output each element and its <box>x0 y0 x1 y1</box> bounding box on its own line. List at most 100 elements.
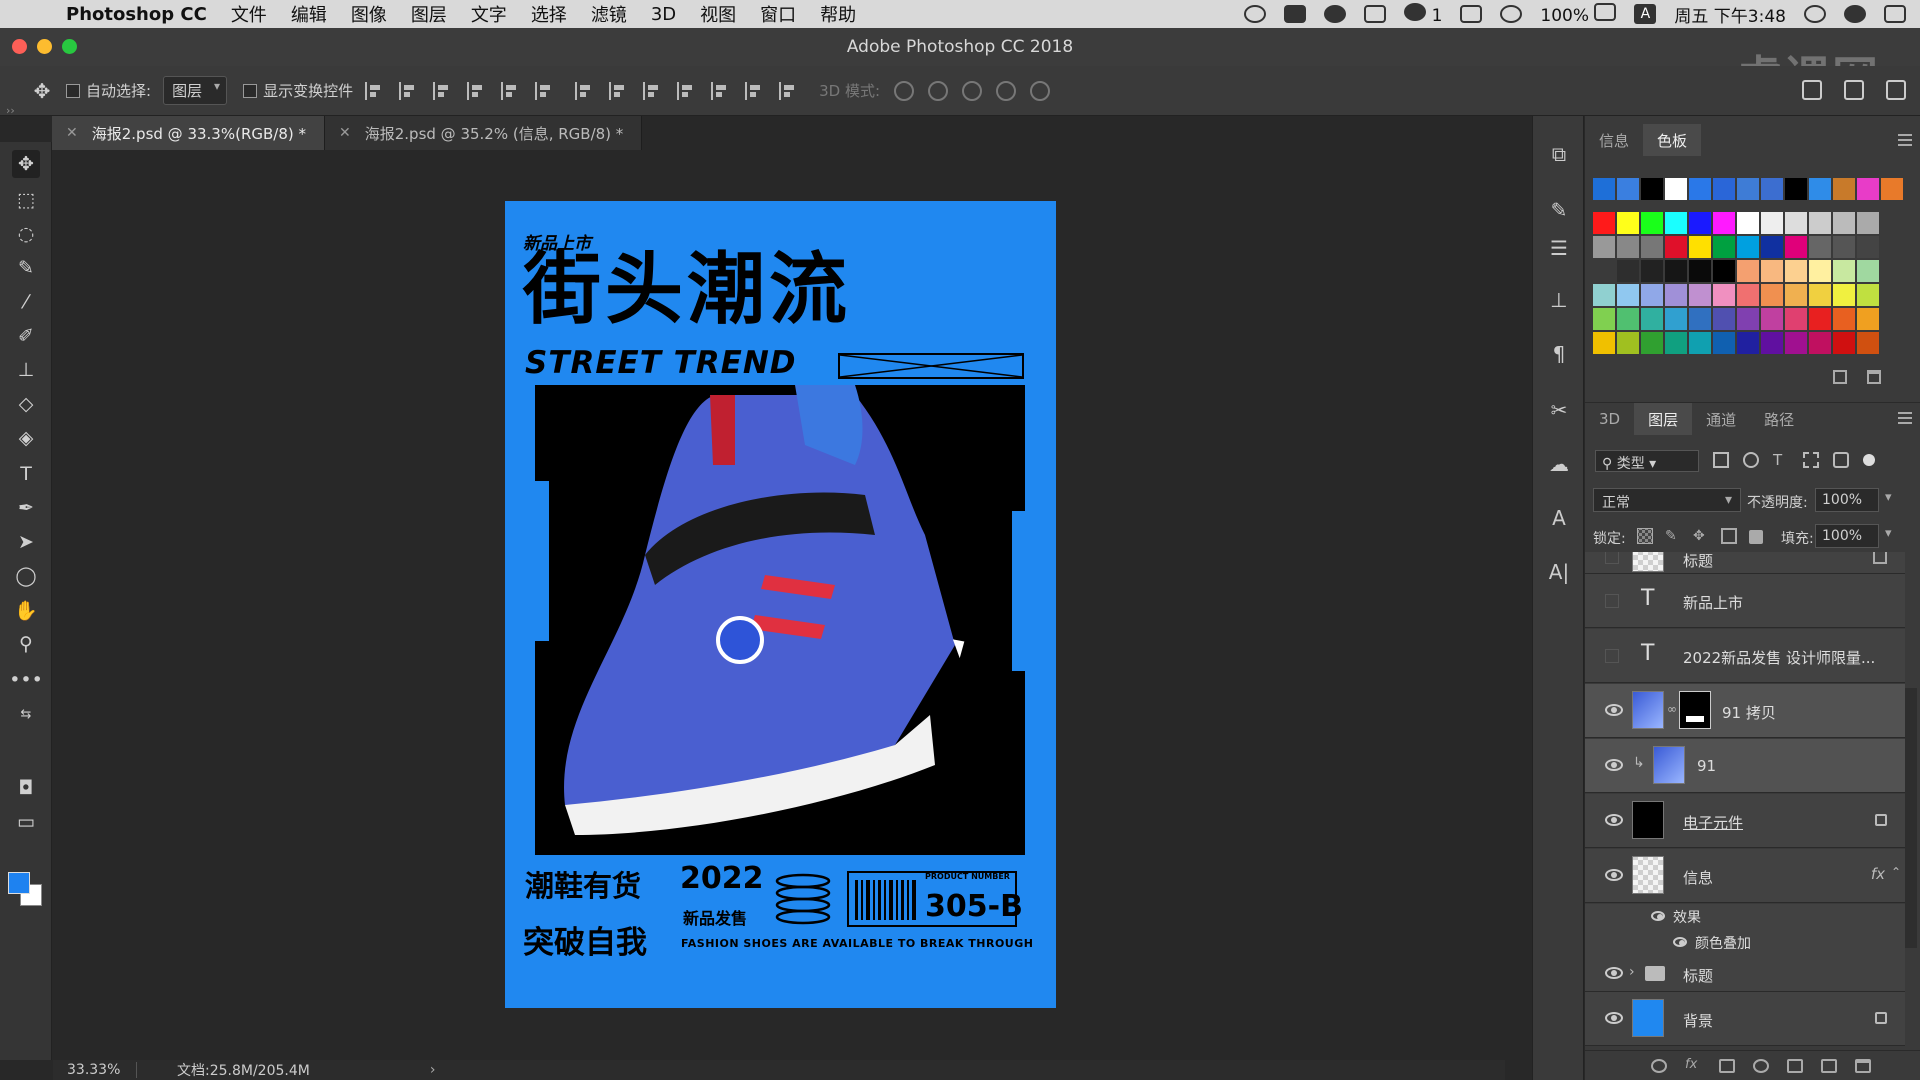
creative-cloud-icon[interactable] <box>1324 5 1347 23</box>
color-swatch[interactable] <box>1713 332 1735 354</box>
color-swatch[interactable] <box>1833 260 1855 282</box>
color-swatch[interactable] <box>1857 332 1879 354</box>
layers-scrollbar[interactable] <box>1905 688 1917 948</box>
color-swatch[interactable] <box>1641 236 1663 258</box>
color-swatch[interactable] <box>1689 212 1711 234</box>
filter-pixel-icon[interactable] <box>1713 452 1729 468</box>
color-swatch[interactable] <box>1809 260 1831 282</box>
color-swatch[interactable] <box>1593 284 1615 306</box>
color-swatch[interactable] <box>1737 236 1759 258</box>
3d-slide-icon[interactable] <box>996 80 1017 101</box>
align-hcenter-icon[interactable] <box>501 81 519 100</box>
align-bottom-icon[interactable] <box>433 81 451 100</box>
color-swatch[interactable] <box>1737 284 1759 306</box>
close-window-button[interactable] <box>12 39 27 54</box>
filter-shape-icon[interactable] <box>1803 452 1819 468</box>
color-swatch[interactable] <box>1857 308 1879 330</box>
recent-swatch[interactable] <box>1713 178 1735 200</box>
distribute-left-icon[interactable] <box>677 81 695 100</box>
auto-align-icon[interactable] <box>779 81 797 100</box>
color-swatch[interactable] <box>1713 308 1735 330</box>
filter-toggle-icon[interactable] <box>1863 454 1875 466</box>
layers-panel-menu-icon[interactable] <box>1898 412 1912 427</box>
new-adjustment-icon[interactable] <box>1753 1059 1769 1073</box>
color-swatch[interactable] <box>1809 308 1831 330</box>
group-expand-arrow-icon[interactable]: › <box>1629 964 1635 980</box>
color-swatch[interactable] <box>1833 212 1855 234</box>
color-swatch[interactable] <box>1665 332 1687 354</box>
layer-row-text-new[interactable]: T 新品上市 <box>1585 574 1905 628</box>
lock-all-icon[interactable] <box>1749 530 1763 544</box>
canvas-area[interactable]: 新品上市 街头潮流 STREET TREND 潮鞋有货 2022 新品发售 突破… <box>53 150 1505 1060</box>
color-swatch[interactable] <box>1665 212 1687 234</box>
layer-row-text-launch[interactable]: T 2022新品发售 设计师限量... <box>1585 629 1905 683</box>
lock-transparency-icon[interactable] <box>1637 528 1653 544</box>
poster-artwork[interactable]: 新品上市 街头潮流 STREET TREND 潮鞋有货 2022 新品发售 突破… <box>505 201 1056 1008</box>
color-swatch[interactable] <box>1689 260 1711 282</box>
3d-pan-icon[interactable] <box>962 80 983 101</box>
brush-settings-icon[interactable]: ✎ <box>1547 198 1571 222</box>
show-transform-checkbox[interactable] <box>243 83 258 98</box>
marquee-tool-icon[interactable]: ⬚ <box>12 186 40 214</box>
search-icon[interactable] <box>1802 80 1822 100</box>
color-swatch[interactable] <box>1857 212 1879 234</box>
color-swatch[interactable] <box>1833 332 1855 354</box>
collapse-effects-icon[interactable]: ⌃ <box>1891 865 1901 879</box>
layer-row-electronic[interactable]: 电子元件 <box>1585 794 1905 848</box>
lock-position-icon[interactable]: ✥ <box>1693 528 1709 544</box>
spotlight-search-icon[interactable] <box>1804 5 1826 23</box>
quick-mask-icon[interactable]: ◘ <box>12 774 40 802</box>
workspace-icon[interactable] <box>1844 80 1864 100</box>
paint-bucket-tool-icon[interactable]: ◈ <box>12 424 40 452</box>
foreground-color-swatch[interactable] <box>8 872 30 894</box>
color-swatch[interactable] <box>1833 236 1855 258</box>
align-left-icon[interactable] <box>467 81 485 100</box>
3d-scale-icon[interactable] <box>1030 80 1051 101</box>
layer-row-91-copy[interactable]: ∞ 91 拷贝 <box>1585 684 1905 738</box>
zoom-level[interactable]: 33.33% <box>53 1062 137 1078</box>
3d-roll-icon[interactable] <box>928 80 949 101</box>
glyphs-icon[interactable]: A| <box>1547 560 1571 584</box>
color-swatch[interactable] <box>1785 284 1807 306</box>
color-swatch[interactable] <box>1593 236 1615 258</box>
tab-paths[interactable]: 路径 <box>1750 403 1808 435</box>
menu-edit[interactable]: 编辑 <box>291 1 327 27</box>
apple-menu-icon[interactable] <box>22 0 50 28</box>
distribute-top-icon[interactable] <box>575 81 593 100</box>
siri-icon[interactable] <box>1844 5 1866 23</box>
link-layers-icon[interactable] <box>1651 1059 1667 1073</box>
color-swatch[interactable] <box>1761 308 1783 330</box>
eye-icon[interactable] <box>1605 704 1623 716</box>
zoom-window-button[interactable] <box>62 39 77 54</box>
distribute-hcenter-icon[interactable] <box>711 81 729 100</box>
filter-smart-object-icon[interactable] <box>1833 452 1849 468</box>
wifi-icon[interactable] <box>1500 5 1523 23</box>
color-swatch[interactable] <box>1737 260 1759 282</box>
add-mask-icon[interactable] <box>1719 1059 1735 1073</box>
app-menu[interactable]: Photoshop CC <box>66 4 207 25</box>
color-swatch[interactable] <box>1857 284 1879 306</box>
menu-view[interactable]: 视图 <box>700 1 736 27</box>
color-swatch[interactable] <box>1593 332 1615 354</box>
distribute-bottom-icon[interactable] <box>643 81 661 100</box>
type-tool-icon[interactable]: T <box>12 460 40 488</box>
libraries-icon[interactable]: ☁ <box>1547 452 1571 476</box>
opacity-dropdown-icon[interactable]: ▾ <box>1885 490 1892 505</box>
screen-icon[interactable] <box>1364 5 1387 23</box>
tab-info[interactable]: 信息 <box>1585 124 1643 156</box>
hand-tool-icon[interactable]: ✋ <box>12 596 40 624</box>
color-swatch[interactable] <box>1689 332 1711 354</box>
eye-icon[interactable] <box>1651 911 1665 921</box>
color-swatch[interactable] <box>1761 284 1783 306</box>
color-swatch[interactable] <box>1761 332 1783 354</box>
history-icon[interactable]: ⧉ <box>1547 142 1571 166</box>
menu-image[interactable]: 图像 <box>351 1 387 27</box>
delete-layer-icon[interactable] <box>1855 1059 1871 1073</box>
swap-colors-icon[interactable]: ⇆ <box>12 700 40 728</box>
share-icon[interactable] <box>1886 80 1906 100</box>
color-swatch[interactable] <box>1785 332 1807 354</box>
brush-tool-icon[interactable]: ✐ <box>12 322 40 350</box>
eye-icon[interactable] <box>1605 814 1623 826</box>
recent-swatch[interactable] <box>1833 178 1855 200</box>
color-swatch[interactable] <box>1641 260 1663 282</box>
